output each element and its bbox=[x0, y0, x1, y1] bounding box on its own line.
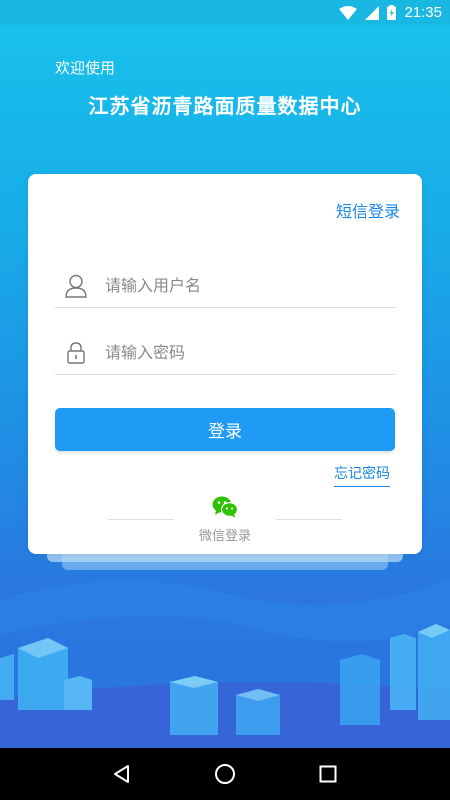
wifi-icon bbox=[339, 5, 358, 20]
welcome-text: 欢迎使用 bbox=[55, 59, 116, 77]
username-field[interactable] bbox=[55, 264, 395, 308]
status-bar: 21:35 bbox=[0, 0, 450, 25]
username-input[interactable] bbox=[105, 276, 375, 295]
clock: 21:35 bbox=[404, 4, 442, 21]
divider bbox=[108, 519, 174, 520]
login-screen: 21:35 欢迎使用 江苏省沥青路面质量数据中心 短信登录 请输入用户名 登录 … bbox=[0, 0, 450, 800]
signal-icon bbox=[365, 5, 380, 20]
wechat-login-label[interactable]: 微信登录 bbox=[28, 525, 422, 544]
recents-icon[interactable] bbox=[308, 754, 348, 794]
user-icon bbox=[63, 273, 89, 299]
lock-icon bbox=[63, 340, 89, 366]
sms-login-link[interactable]: 短信登录 bbox=[336, 198, 400, 222]
forgot-password-link[interactable]: 忘记密码 bbox=[334, 463, 390, 487]
password-field[interactable] bbox=[55, 331, 395, 375]
page-title: 江苏省沥青路面质量数据中心 bbox=[88, 94, 362, 118]
login-card: 短信登录 登录 忘记密码 bbox=[28, 174, 422, 554]
back-icon[interactable] bbox=[102, 754, 142, 794]
login-button[interactable]: 登录 bbox=[55, 408, 395, 451]
divider bbox=[276, 519, 342, 520]
city-illustration bbox=[0, 580, 450, 750]
home-icon[interactable] bbox=[205, 754, 245, 794]
password-input[interactable] bbox=[105, 343, 375, 362]
navigation-bar bbox=[0, 748, 450, 800]
battery-icon bbox=[387, 5, 397, 20]
wechat-icon[interactable] bbox=[212, 496, 239, 522]
